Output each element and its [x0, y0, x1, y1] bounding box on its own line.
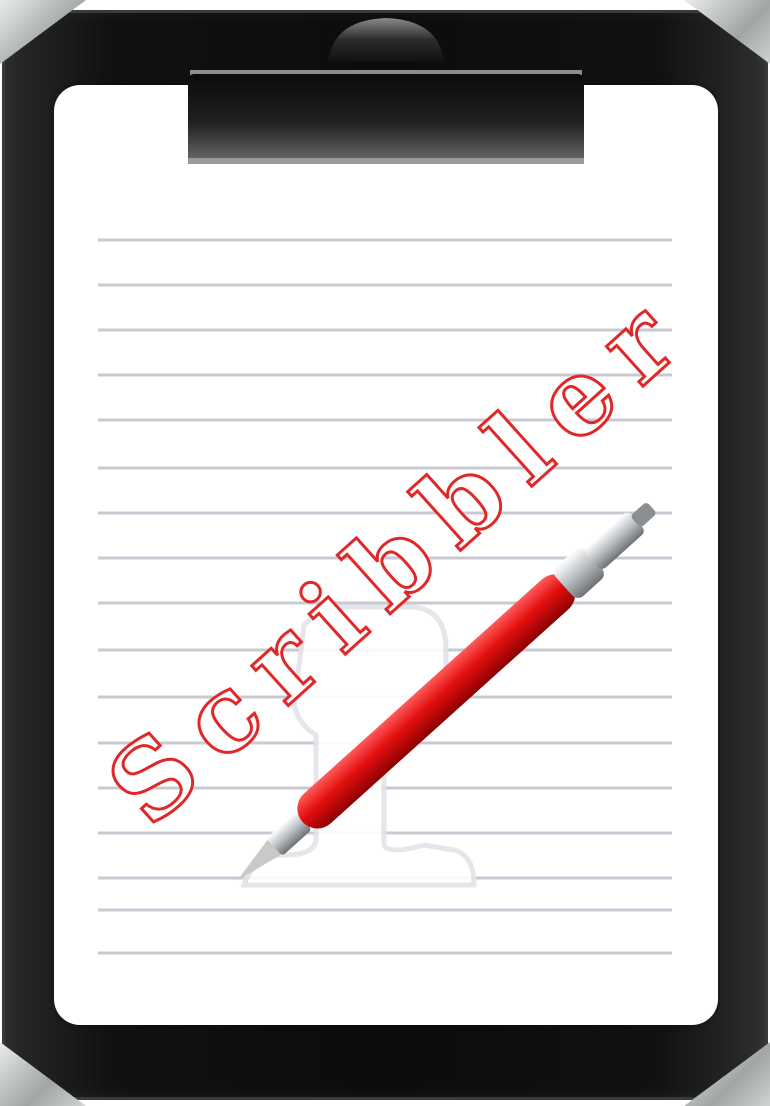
pen-and-title-art: Scribbler: [83, 263, 716, 881]
app-icon: Scribbler: [0, 0, 770, 1106]
